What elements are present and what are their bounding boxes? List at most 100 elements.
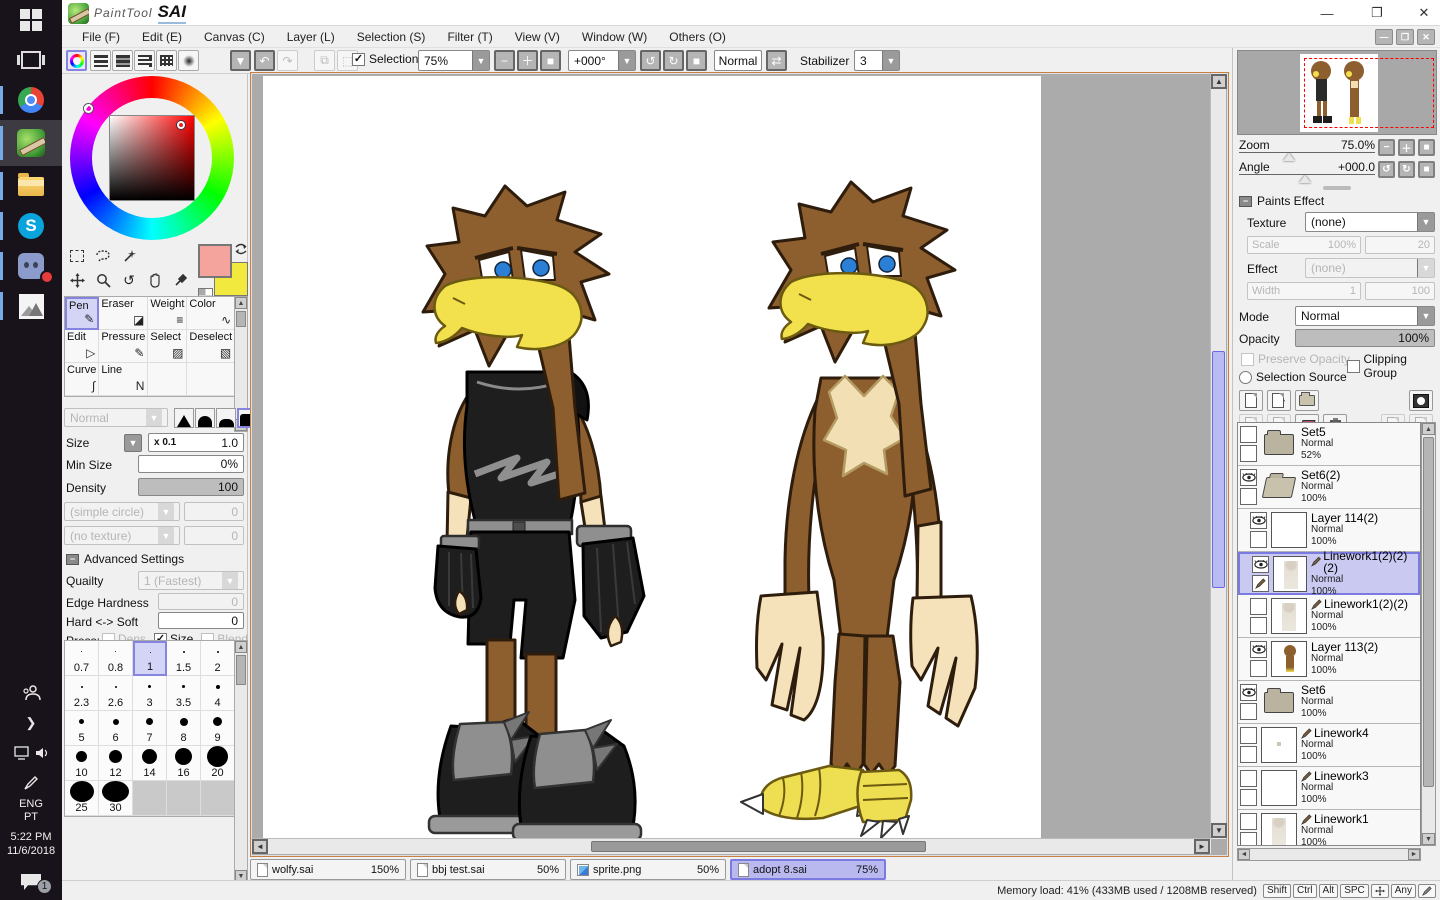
selection-checkbox[interactable]: ✓ (352, 53, 365, 66)
layer-checkbox[interactable] (1240, 488, 1257, 505)
key-spc[interactable]: SPC (1340, 884, 1369, 898)
layers-scrollbar[interactable]: ▲ ▼ (1421, 422, 1436, 846)
panel-grip[interactable] (1323, 186, 1351, 190)
taskbar-discord[interactable] (0, 246, 62, 286)
brush-size-3[interactable]: 3 (133, 676, 167, 711)
layer-visibility-checkbox[interactable] (1240, 684, 1257, 701)
taskbar-file-explorer[interactable] (0, 166, 62, 206)
layer-checkbox[interactable] (1240, 703, 1257, 720)
layer-Linework4[interactable]: Linework4Normal100% (1238, 724, 1420, 767)
chevron-down-icon[interactable]: ▼ (618, 51, 635, 70)
toolbar-dropdown-button[interactable]: ▼ (230, 50, 251, 71)
tip-sharp-button[interactable] (174, 408, 194, 428)
layer-visibility-checkbox[interactable] (1250, 598, 1267, 615)
scratchpad-toggle[interactable] (178, 50, 199, 71)
texture-scale-bar[interactable]: Scale 100% (1247, 236, 1361, 254)
brush-size-14[interactable]: 14 (133, 746, 167, 781)
brush-size-3.5[interactable]: 3.5 (167, 676, 201, 711)
zoom-combo[interactable]: 75% ▼ (418, 50, 490, 71)
tool-select[interactable]: Select▨ (148, 330, 187, 363)
zoom-in-button[interactable]: ＋ (517, 50, 538, 71)
task-view-button[interactable] (0, 40, 62, 80)
taskbar-sai[interactable] (0, 120, 62, 166)
clipping-group-option[interactable]: Clipping Group (1347, 352, 1440, 380)
brush-size-25[interactable]: 25 (65, 781, 99, 816)
brush-size-16[interactable]: 16 (167, 746, 201, 781)
canvas[interactable] (263, 76, 1041, 841)
menu-window[interactable]: Window (W) (572, 28, 657, 46)
texture-amount-bar[interactable]: 20 (1365, 236, 1435, 254)
tool-pressure[interactable]: Pressure✎ (99, 330, 148, 363)
layer-visibility-checkbox[interactable] (1240, 813, 1257, 830)
brush-size-20[interactable]: 20 (201, 746, 235, 781)
scroll-right-icon[interactable]: ► (1194, 839, 1210, 854)
layer-Linework3[interactable]: Linework3Normal100% (1238, 767, 1420, 810)
menu-others[interactable]: Others (O) (659, 28, 736, 46)
menu-file[interactable]: File (F) (72, 28, 130, 46)
layer-visibility-checkbox[interactable] (1252, 556, 1269, 573)
scroll-up-icon[interactable]: ▲ (235, 297, 247, 309)
key-any[interactable]: Any (1391, 884, 1416, 898)
doc-tab-bbj-test-sai[interactable]: bbj test.sai50% (410, 859, 566, 880)
min-size-bar[interactable]: 0% (138, 455, 244, 473)
quality-combo[interactable]: 1 (Fastest) ▼ (138, 571, 244, 590)
redo-button[interactable]: ↷ (277, 50, 298, 71)
tip-dome-button[interactable] (195, 408, 215, 428)
nav-rotate-cw-button[interactable]: ↻ (1398, 161, 1415, 178)
preserve-opacity-checkbox[interactable] (1241, 353, 1254, 366)
swap-colors-icon[interactable] (234, 242, 248, 256)
brush-size-9[interactable]: 9 (201, 711, 235, 746)
tool-eraser[interactable]: Eraser◪ (99, 297, 148, 330)
layer-Linework1[interactable]: Linework1Normal100% (1238, 810, 1420, 846)
hand-tool[interactable] (142, 268, 168, 292)
layer-checkbox[interactable] (1250, 531, 1267, 548)
undo-button[interactable]: ↶ (254, 50, 275, 71)
menu-filter[interactable]: Filter (T) (437, 28, 502, 46)
flip-horizontal-button[interactable]: ⇄ (766, 50, 787, 71)
action-center-button[interactable]: 1 (0, 864, 62, 900)
color-wheel-toggle[interactable] (66, 50, 87, 71)
brush-size-4[interactable]: 4 (201, 676, 235, 711)
key-ctrl[interactable]: Ctrl (1293, 884, 1317, 898)
layer-checkbox[interactable] (1240, 789, 1257, 806)
canvas-vertical-scrollbar[interactable]: ▲ ▼ (1210, 73, 1226, 839)
doc-tab-sprite-png[interactable]: sprite.png50% (570, 859, 726, 880)
collapse-icon[interactable]: − (66, 554, 79, 565)
saturation-selector[interactable] (177, 121, 185, 129)
scroll-up-icon[interactable]: ▲ (1422, 423, 1435, 435)
scrollbar-thumb[interactable] (236, 655, 246, 685)
canvas-horizontal-scrollbar[interactable]: ◄ ► (251, 838, 1211, 854)
display-volume[interactable] (0, 738, 62, 768)
lasso-tool[interactable] (90, 244, 116, 268)
pen-input-button[interactable] (0, 768, 62, 798)
angle-combo[interactable]: +000° ▼ (568, 50, 636, 71)
clipping-group-checkbox[interactable] (1347, 360, 1360, 373)
scroll-down-icon[interactable]: ▼ (1211, 823, 1227, 838)
panel-restore-button[interactable]: ❐ (1396, 29, 1414, 45)
tool-color[interactable]: Color∿ (187, 297, 235, 330)
nav-rotate-reset-button[interactable]: ■ (1418, 161, 1435, 178)
layer-mask-button[interactable] (1409, 390, 1433, 411)
tool-deselect[interactable]: Deselect▧ (187, 330, 235, 363)
nav-zoom-in-button[interactable]: ＋ (1398, 139, 1415, 156)
zoom-slider[interactable] (1239, 152, 1375, 153)
size-bar[interactable]: x 0.1 1.0 (148, 433, 244, 452)
navigator[interactable] (1237, 50, 1437, 135)
layer-visibility-checkbox[interactable] (1250, 512, 1267, 529)
edge-hardness-bar[interactable]: 0 (158, 593, 244, 610)
tool-pen[interactable]: Pen✎ (65, 297, 99, 330)
rotate-view-tool[interactable]: ↺ (116, 268, 142, 292)
brush-size-1.5[interactable]: 1.5 (167, 641, 201, 676)
start-button[interactable] (0, 0, 62, 40)
brush-texture-combo[interactable]: (no texture) ▼ (64, 526, 180, 545)
selection-visibility[interactable]: ✓ Selection (352, 52, 418, 66)
eyedropper-tool[interactable] (168, 268, 194, 292)
doc-tab-adopt-8-sai[interactable]: adopt 8.sai75% (730, 859, 886, 880)
new-layer-button[interactable] (1239, 390, 1263, 411)
hsv-slider-toggle[interactable] (112, 50, 133, 71)
brush-shape-amount[interactable]: 0 (184, 502, 244, 521)
brush-shape-combo[interactable]: (simple circle) ▼ (64, 502, 180, 521)
language-indicator[interactable]: ENG PT (19, 798, 43, 824)
angle-slider-handle[interactable] (1299, 175, 1311, 183)
taskbar-clock[interactable]: 5:22 PM 11/6/2018 (7, 830, 55, 858)
